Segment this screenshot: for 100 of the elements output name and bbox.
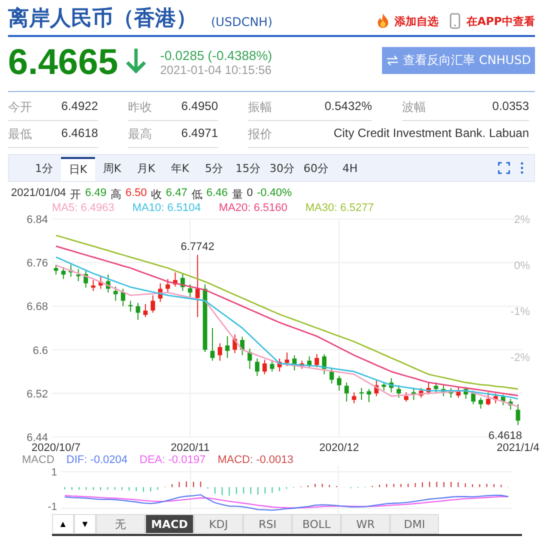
field-label: 高: [110, 188, 122, 202]
phone-icon: [448, 13, 462, 29]
price-axis-label: 6.52: [26, 388, 48, 400]
date-axis-label: 2020/11: [170, 442, 210, 454]
period-tab[interactable]: 60分: [299, 157, 333, 181]
candlestick: [404, 392, 408, 402]
indicator-tab[interactable]: BOLL: [292, 514, 341, 534]
moving-average-label: MA30: 6.5277: [305, 202, 374, 214]
more-icon[interactable]: [520, 162, 524, 174]
period-tab[interactable]: 15分: [231, 157, 265, 181]
field-value: 6.49: [85, 187, 106, 201]
stat-label: 昨收: [128, 99, 152, 116]
percent-axis-label: -1%: [510, 306, 530, 318]
price: 6.4665: [8, 41, 118, 83]
period-tab[interactable]: 30分: [265, 157, 299, 181]
moving-average-label: MA20: 6.5160: [218, 202, 288, 214]
price-axis-label: 6.76: [26, 258, 48, 270]
macd-legend-label: DIF: -0.0204: [66, 454, 128, 466]
period-tab[interactable]: 月K: [129, 157, 163, 181]
period-tab[interactable]: 4H: [333, 157, 367, 181]
candlestick: [91, 280, 96, 292]
indicator-tab[interactable]: KDJ: [194, 514, 243, 534]
quote-time: 2021-01-04 10:15:56: [160, 62, 272, 76]
page-title: 离岸人民币（香港）: [8, 5, 197, 32]
macd-axis-label: 1: [51, 466, 58, 479]
stat-label: 最高: [128, 126, 152, 143]
action-link[interactable]: 在APP中查看: [448, 13, 535, 29]
macd-axis-label: -1: [48, 501, 58, 514]
candlestick: [54, 264, 58, 276]
stat-label: 振幅: [248, 99, 272, 116]
candlestick: [352, 392, 356, 404]
period-tab[interactable]: 5分: [197, 157, 231, 181]
stat-value: 0.5432%: [324, 99, 372, 115]
candlestick: [210, 328, 215, 362]
stat-label: 波幅: [402, 99, 426, 116]
candlestick: [76, 268, 81, 282]
field-label: 量: [232, 188, 243, 202]
low-price-label: 6.4618: [488, 430, 522, 442]
candlestick: [396, 384, 401, 398]
fullscreen-icon[interactable]: [498, 162, 510, 174]
stat-label: 最低: [8, 126, 32, 143]
price-change: -0.0285 (-0.4388%): [160, 48, 272, 62]
candlestick: [336, 375, 342, 392]
candlestick: [284, 352, 290, 367]
candlestick: [113, 286, 118, 302]
stat-label: 报价: [248, 126, 272, 143]
indicator-tab[interactable]: MACD: [145, 514, 194, 534]
change-value: -0.40%: [256, 187, 292, 201]
price-axis-label: 6.6: [32, 344, 48, 357]
stat-value: 6.4922: [61, 99, 98, 115]
stat-value: 6.4971: [181, 126, 218, 142]
stat-value: 6.4950: [181, 99, 218, 115]
price-axis-label: 6.44: [26, 432, 48, 444]
period-tab[interactable]: 周K: [95, 157, 129, 181]
indicator-tab[interactable]: 无: [96, 514, 145, 534]
period-tab[interactable]: 日K: [61, 157, 95, 181]
candlestick: [188, 284, 192, 299]
stat-value: 0.0353: [492, 99, 529, 115]
macd-legend-label: MACD: [22, 454, 54, 466]
price-axis-label: 6.68: [26, 301, 48, 314]
candlestick: [254, 358, 260, 376]
date-axis-label: 2020/10/7: [32, 442, 80, 454]
candlestick: [270, 360, 274, 372]
candlestick: [150, 294, 156, 314]
candlestick: [195, 254, 200, 318]
field-label: 开: [70, 188, 82, 202]
indicator-tab[interactable]: RSI: [243, 514, 292, 534]
field-value: 0: [246, 187, 253, 201]
action-link[interactable]: 添加自选: [376, 13, 438, 29]
symbol-code: (USDCNH): [211, 15, 272, 29]
candlestick: [366, 388, 372, 403]
field-value: 6.47: [166, 187, 188, 201]
field-value: 6.46: [206, 187, 228, 201]
candlestick: [136, 302, 140, 320]
candlestick: [471, 390, 476, 405]
field-value: 6.50: [125, 187, 147, 201]
moving-average-label: MA10: 6.5104: [132, 202, 201, 214]
date-axis-label: 2021/1/4: [496, 442, 540, 454]
percent-axis-label: 2%: [514, 214, 530, 226]
candlestick: [128, 300, 133, 312]
high-price-label: 6.7742: [180, 240, 214, 253]
candlestick: [344, 382, 349, 402]
field-label: 低: [191, 188, 202, 202]
scroll-button[interactable]: ▲: [52, 514, 74, 534]
period-tab[interactable]: 1分: [27, 157, 61, 181]
stat-value: 6.4618: [61, 126, 98, 142]
macd-legend-label: MACD: -0.0013: [218, 454, 294, 466]
candlestick: [232, 334, 238, 354]
moving-average-label: MA5: 6.4963: [52, 202, 114, 214]
field-label: 收: [150, 188, 162, 202]
indicator-tab[interactable]: WR: [341, 514, 390, 534]
candlestick: [478, 397, 483, 410]
candlestick: [120, 288, 126, 307]
candlestick: [225, 336, 230, 358]
candlestick: [262, 359, 267, 375]
indicator-tab[interactable]: DMI: [390, 514, 439, 534]
date-axis-label: 2020/12: [319, 442, 360, 454]
swap-icon: [386, 55, 400, 66]
period-tab[interactable]: 年K: [163, 157, 197, 181]
scroll-button[interactable]: ▼: [74, 514, 96, 534]
